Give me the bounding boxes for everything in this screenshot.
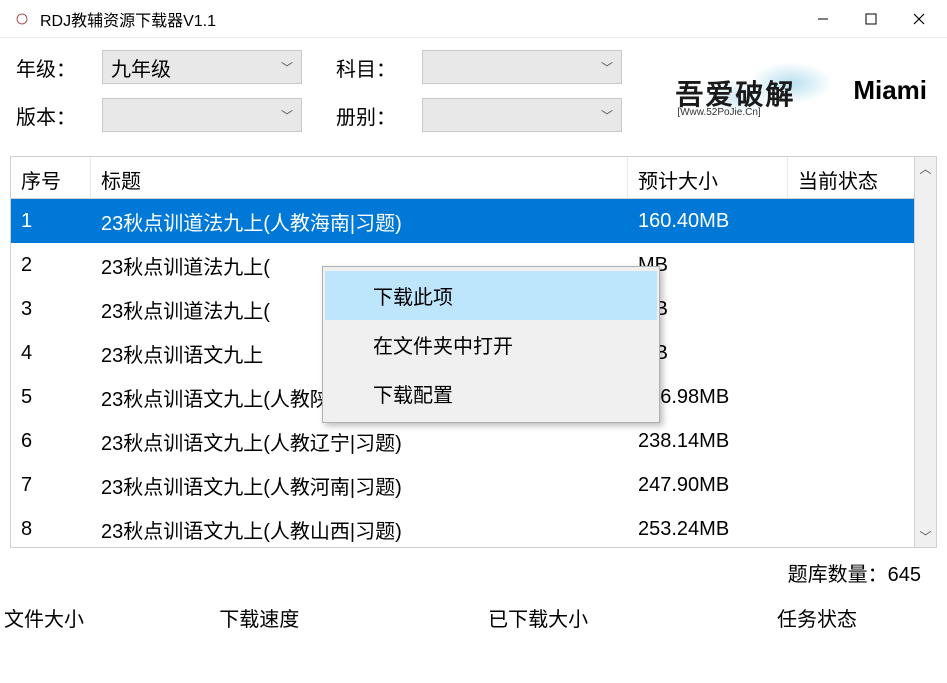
cell-seq: 8 [11,512,91,547]
status-speed: 下载速度 [215,595,430,642]
app-icon [12,9,32,29]
titlebar: RDJ教辅资源下载器V1.1 [0,0,947,38]
cell-seq: 2 [11,248,91,283]
scroll-up-icon[interactable]: ︿ [915,157,936,179]
logo-area: 吾爱破解 [Www.52PoJie.Cn] Miami [665,55,927,125]
cell-size: 160.40MB [628,204,788,239]
volume-combo[interactable]: ﹀ [422,98,622,132]
record-counter: 题库数量：645 [0,548,947,595]
cell-size: 238.14MB [628,424,788,459]
header-size[interactable]: 预计大小 [628,157,788,198]
header-seq[interactable]: 序号 [11,157,91,198]
cell-seq: 1 [11,204,91,239]
scroll-down-icon[interactable]: ﹀ [915,525,936,547]
cell-title: 23秋点训语文九上(人教河南|习题) [91,465,628,506]
cell-seq: 4 [11,336,91,371]
logo-image: 吾爱破解 [Www.52PoJie.Cn] [665,55,845,125]
chevron-down-icon: ﹀ [601,107,613,124]
minimize-icon [817,13,829,25]
cell-size: 247.90MB [628,468,788,503]
status-filesize: 文件大小 [0,595,215,642]
table-header: 序号 标题 预计大小 当前状态 [11,157,936,199]
grade-combo[interactable]: 九年级 ﹀ [102,50,302,84]
version-label: 版本： [16,101,86,130]
status-task: 任务状态 [646,595,947,642]
menu-item[interactable]: 下载配置 [325,369,657,418]
vertical-scrollbar[interactable]: ︿ ﹀ [914,157,936,547]
close-icon [912,12,926,26]
status-downloaded: 已下载大小 [431,595,646,642]
statusbar: 文件大小 下载速度 已下载大小 任务状态 [0,595,947,642]
close-button[interactable] [895,1,943,37]
toolbar: 年级： 九年级 ﹀ 科目： ﹀ 版本： ﹀ 册别： ﹀ 吾爱破解 [Www.52… [0,38,947,150]
window-title: RDJ教辅资源下载器V1.1 [40,7,799,31]
window-controls [799,1,943,37]
cell-seq: 7 [11,468,91,503]
logo-sub-text: [Www.52PoJie.Cn] [677,107,760,118]
context-menu: 下载此项在文件夹中打开下载配置 [322,266,660,423]
minimize-button[interactable] [799,1,847,37]
cell-title: 23秋点训道法九上(人教海南|习题) [91,201,628,242]
cell-seq: 6 [11,424,91,459]
maximize-button[interactable] [847,1,895,37]
cell-seq: 5 [11,380,91,415]
counter-value: 645 [888,564,921,586]
table-row[interactable]: 823秋点训语文九上(人教山西|习题)253.24MB [11,507,936,547]
counter-label: 题库数量： [788,564,888,586]
grade-value: 九年级 [111,53,281,82]
header-title[interactable]: 标题 [91,157,628,198]
maximize-icon [865,13,877,25]
cell-title: 23秋点训语文九上(人教山西|习题) [91,509,628,548]
table-row[interactable]: 123秋点训道法九上(人教海南|习题)160.40MB [11,199,936,243]
chevron-down-icon: ﹀ [281,107,293,124]
logo-side-text: Miami [853,75,927,106]
subject-label: 科目： [336,53,406,82]
table-row[interactable]: 723秋点训语文九上(人教河南|习题)247.90MB [11,463,936,507]
volume-label: 册别： [336,101,406,130]
cell-seq: 3 [11,292,91,327]
chevron-down-icon: ﹀ [601,59,613,76]
grade-label: 年级： [16,53,86,82]
table-row[interactable]: 623秋点训语文九上(人教辽宁|习题)238.14MB [11,419,936,463]
menu-item[interactable]: 下载此项 [325,271,657,320]
subject-combo[interactable]: ﹀ [422,50,622,84]
version-combo[interactable]: ﹀ [102,98,302,132]
menu-item[interactable]: 在文件夹中打开 [325,320,657,369]
cell-size: 253.24MB [628,512,788,547]
cell-title: 23秋点训语文九上(人教辽宁|习题) [91,421,628,462]
chevron-down-icon: ﹀ [281,59,293,76]
